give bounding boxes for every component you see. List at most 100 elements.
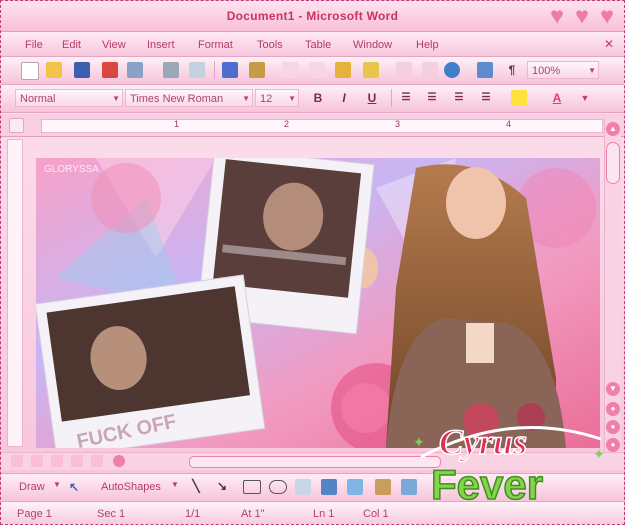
arrow-icon[interactable]: ↘ bbox=[213, 478, 231, 494]
menu-tools[interactable]: Tools bbox=[257, 39, 283, 51]
separator bbox=[391, 89, 392, 107]
reading-view-icon[interactable] bbox=[91, 455, 103, 467]
outline-view-icon[interactable] bbox=[71, 455, 83, 467]
style-value: Normal bbox=[20, 93, 56, 105]
style-select[interactable]: Normal ▼ bbox=[15, 89, 123, 107]
autoshapes-menu[interactable]: AutoShapes bbox=[101, 481, 161, 493]
cut-icon[interactable] bbox=[282, 62, 298, 78]
hyperlink-icon[interactable] bbox=[444, 62, 460, 78]
preview-icon[interactable] bbox=[189, 62, 205, 78]
menu-edit[interactable]: Edit bbox=[62, 39, 81, 51]
status-line: Ln 1 bbox=[313, 508, 335, 520]
paragraph-icon[interactable]: ¶ bbox=[503, 62, 521, 78]
horizontal-ruler: 1 2 3 4 bbox=[1, 114, 624, 137]
spelling-icon[interactable] bbox=[222, 62, 238, 78]
scroll-down-icon[interactable]: ▼ bbox=[606, 382, 620, 396]
cyrus-fever-logo: Cyrus Fever ✦ ✦ bbox=[413, 403, 605, 509]
line-icon[interactable]: ╲ bbox=[187, 478, 205, 494]
window-controls: ♥ ♥ ♥ bbox=[546, 5, 618, 27]
redo-icon[interactable] bbox=[422, 62, 438, 78]
normal-view-icon[interactable] bbox=[11, 455, 23, 467]
chevron-down-icon[interactable]: ▼ bbox=[576, 90, 594, 106]
scroll-thumb[interactable] bbox=[189, 456, 441, 468]
font-size-select[interactable]: 12 ▼ bbox=[255, 89, 299, 107]
chevron-down-icon: ▼ bbox=[588, 66, 596, 75]
chevron-down-icon[interactable]: ▼ bbox=[53, 480, 61, 489]
permission-icon[interactable] bbox=[102, 62, 118, 78]
title-bar: Document1 - Microsoft Word ♥ ♥ ♥ bbox=[1, 1, 624, 32]
highlight-icon[interactable] bbox=[511, 90, 527, 106]
logo-line1: Cyrus bbox=[439, 422, 527, 462]
justify-icon[interactable]: ☰ bbox=[477, 90, 495, 106]
chevron-down-icon[interactable]: ▼ bbox=[171, 480, 179, 489]
align-center-icon[interactable]: ☰ bbox=[423, 90, 441, 106]
wordart-icon[interactable] bbox=[321, 479, 337, 495]
save-icon[interactable] bbox=[74, 62, 90, 78]
print-icon[interactable] bbox=[163, 62, 179, 78]
menu-bar: File Edit View Insert Format Tools Table… bbox=[1, 32, 624, 57]
select-objects-icon[interactable]: ↖ bbox=[65, 479, 83, 495]
font-color-icon[interactable]: A bbox=[548, 90, 566, 106]
underline-button[interactable]: U bbox=[363, 90, 381, 106]
clipart-icon[interactable] bbox=[375, 479, 391, 495]
ruler-strip: 1 2 3 4 bbox=[41, 119, 603, 133]
font-size-value: 12 bbox=[260, 93, 273, 105]
undo-icon[interactable] bbox=[396, 62, 412, 78]
menu-file[interactable]: File bbox=[25, 39, 43, 51]
copy-icon[interactable] bbox=[309, 62, 325, 78]
format-painter-icon[interactable] bbox=[363, 62, 379, 78]
menu-view[interactable]: View bbox=[102, 39, 126, 51]
watermark-text: GLORYSSA bbox=[44, 164, 99, 175]
italic-button[interactable]: I bbox=[335, 90, 353, 106]
word-window: Document1 - Microsoft Word ♥ ♥ ♥ File Ed… bbox=[0, 0, 625, 525]
close-heart-icon[interactable]: ♥ bbox=[596, 5, 618, 27]
textbox-icon[interactable] bbox=[295, 479, 311, 495]
sparkle-icon: ✦ bbox=[413, 434, 425, 450]
ruler-number: 2 bbox=[284, 119, 290, 129]
menu-help[interactable]: Help bbox=[416, 39, 439, 51]
status-at: At 1" bbox=[241, 508, 265, 520]
new-icon[interactable] bbox=[21, 62, 39, 80]
scroll-up-icon[interactable]: ▲ bbox=[606, 122, 620, 136]
sparkle-icon: ✦ bbox=[593, 446, 605, 462]
open-icon[interactable] bbox=[46, 62, 62, 78]
diagram-icon[interactable] bbox=[347, 479, 363, 495]
zoom-select[interactable]: 100% ▼ bbox=[527, 61, 599, 79]
draw-menu[interactable]: Draw bbox=[19, 481, 45, 493]
chevron-down-icon: ▼ bbox=[112, 94, 120, 103]
ruler-number: 1 bbox=[174, 119, 180, 129]
menu-window[interactable]: Window bbox=[353, 39, 392, 51]
paste-icon[interactable] bbox=[335, 62, 351, 78]
rectangle-icon[interactable] bbox=[243, 480, 261, 494]
scroll-thumb[interactable] bbox=[606, 142, 620, 184]
chevron-down-icon: ▼ bbox=[288, 94, 296, 103]
chevron-down-icon: ▼ bbox=[242, 94, 250, 103]
close-document-icon[interactable]: ✕ bbox=[602, 37, 616, 51]
tab-selector-icon[interactable] bbox=[9, 118, 24, 133]
logo-line2: Fever bbox=[431, 461, 543, 508]
oval-icon[interactable] bbox=[269, 480, 287, 494]
font-select[interactable]: Times New Roman ▼ bbox=[125, 89, 253, 107]
status-pages: 1/1 bbox=[185, 508, 201, 520]
menu-insert[interactable]: Insert bbox=[147, 39, 175, 51]
research-icon[interactable] bbox=[249, 62, 265, 78]
separator bbox=[214, 61, 215, 79]
mail-icon[interactable] bbox=[127, 62, 143, 78]
ruler-number: 3 bbox=[395, 119, 401, 129]
menu-table[interactable]: Table bbox=[305, 39, 331, 51]
align-right-icon[interactable]: ☰ bbox=[450, 90, 468, 106]
minimize-heart-icon[interactable]: ♥ bbox=[546, 5, 568, 27]
vertical-ruler bbox=[7, 139, 23, 447]
print-view-icon[interactable] bbox=[51, 455, 63, 467]
formatting-toolbar: Normal ▼ Times New Roman ▼ 12 ▼ B I U ☰ ☰ ☰… bbox=[1, 85, 624, 113]
align-left-icon[interactable]: ☰ bbox=[397, 90, 415, 106]
bold-button[interactable]: B bbox=[309, 90, 327, 106]
font-value: Times New Roman bbox=[130, 93, 224, 105]
web-view-icon[interactable] bbox=[31, 455, 43, 467]
tables-icon[interactable] bbox=[477, 62, 493, 78]
status-column: Col 1 bbox=[363, 508, 389, 520]
scroll-left-icon[interactable] bbox=[113, 455, 125, 467]
status-page: Page 1 bbox=[17, 508, 52, 520]
menu-format[interactable]: Format bbox=[198, 39, 233, 51]
maximize-heart-icon[interactable]: ♥ bbox=[571, 5, 593, 27]
